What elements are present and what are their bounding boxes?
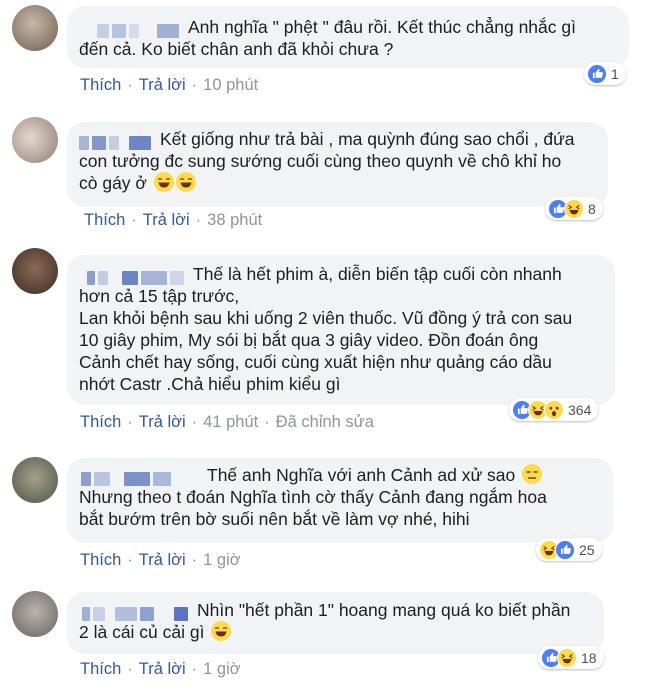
comment-timestamp[interactable]: 38 phút (207, 211, 262, 229)
comment-timestamp[interactable]: 41 phút (203, 413, 258, 431)
comment-text-line: Kết giống như trả bài , ma quỳnh đúng sa… (160, 129, 575, 149)
comment-text-line: Anh nghĩa " phệt " đâu rồi. Kết thúc chẳ… (188, 17, 576, 37)
reactions-summary[interactable]: 1 (584, 62, 626, 85)
comment-text-line: đến cả. Ko biết chân anh đã khỏi chưa ? (79, 39, 394, 59)
commenter-name-redacted[interactable] (97, 21, 182, 39)
comment-text-line: Nhìn "hết phần 1" hoang mang quá ko biết… (197, 600, 571, 620)
reply-link[interactable]: Trả lời (143, 211, 190, 229)
comment-text-line: Cảnh chết hay sống, cuối cùng xuất hiện … (79, 352, 552, 372)
comment-actions: Thích · Trả lời · 1 giờ (80, 660, 241, 678)
reactions-summary[interactable]: 18 (538, 646, 604, 669)
haha-reaction-icon (557, 647, 577, 668)
avatar[interactable] (12, 117, 58, 163)
comment-text-line: Thế anh Nghĩa với anh Cảnh ad xử sao (207, 465, 516, 485)
comment-timestamp[interactable]: 1 giờ (203, 551, 240, 569)
comment-text-line: cò gáy ở (79, 173, 147, 193)
like-link[interactable]: Thích (80, 660, 121, 678)
comment-text-line: 10 giây phim, My sói bị bắt qua 3 giây v… (79, 330, 539, 350)
laughing-emoji-icon (211, 621, 232, 641)
reaction-count: 25 (579, 541, 595, 558)
comment-actions: Thích · Trả lời · 10 phút (80, 76, 259, 94)
reply-link[interactable]: Trả lời (139, 413, 186, 431)
reactions-summary[interactable]: 8 (545, 197, 603, 220)
comment-text-line: 2 là cái củ cải gì (79, 622, 205, 642)
expressionless-emoji-icon (522, 464, 543, 484)
avatar[interactable] (12, 591, 58, 637)
commenter-name-redacted[interactable] (87, 268, 187, 286)
like-link[interactable]: Thích (80, 551, 121, 569)
comment-text-line: con tưởng đc sung sướng cuối cùng theo q… (79, 151, 562, 171)
avatar[interactable] (12, 457, 58, 503)
comment-bubble: Thế là hết phim à, diễn biến tập cuối cò… (67, 255, 615, 405)
avatar[interactable] (12, 248, 58, 294)
reaction-count: 8 (588, 200, 596, 217)
comment-text-line: bắt bướm trên bờ suối nên bắt về làm vợ … (79, 509, 470, 529)
comment-bubble: Nhìn "hết phần 1" hoang mang quá ko biết… (67, 592, 604, 654)
commenter-name-redacted[interactable] (81, 469, 201, 487)
reactions-summary[interactable]: 25 (536, 538, 602, 561)
comment-bubble: Kết giống như trả bài , ma quỳnh đúng sa… (67, 122, 608, 207)
reply-link[interactable]: Trả lời (139, 76, 186, 94)
comment-text-line: Thế là hết phim à, diễn biến tập cuối cò… (193, 264, 562, 284)
haha-reaction-icon (564, 198, 584, 219)
commenter-name-redacted[interactable] (79, 133, 154, 151)
like-link[interactable]: Thích (84, 211, 125, 229)
wow-reaction-icon (544, 399, 564, 420)
comment-actions: Thích · Trả lời · 41 phút · Đã chỉnh sửa (80, 413, 374, 431)
like-reaction-icon (587, 63, 607, 84)
comment-timestamp[interactable]: 10 phút (203, 76, 258, 94)
comment-bubble: Anh nghĩa " phệt " đâu rồi. Kết thúc chẳ… (67, 6, 629, 68)
reactions-summary[interactable]: 364 (509, 398, 599, 421)
like-reaction-icon (555, 539, 575, 560)
laughing-emoji-icon (153, 172, 174, 192)
like-link[interactable]: Thích (80, 413, 121, 431)
comment-text-line: Lan khỏi bệnh sau khi uống 2 viên thuốc.… (79, 308, 573, 328)
reaction-count: 364 (568, 401, 592, 418)
reply-link[interactable]: Trả lời (139, 551, 186, 569)
comment-text-line: hơn cả 15 tập trước, (79, 286, 240, 306)
like-link[interactable]: Thích (80, 76, 121, 94)
comment-text-line: Nhưng theo t đoán Nghĩa tình cờ thấy Cản… (79, 487, 547, 507)
reply-link[interactable]: Trả lời (139, 660, 186, 678)
comment-timestamp[interactable]: 1 giờ (203, 660, 240, 678)
comment-actions: Thích · Trả lời · 38 phút (84, 211, 263, 229)
comment-bubble: Thế anh Nghĩa với anh Cảnh ad xử sao Như… (67, 458, 613, 543)
comment-text-line: nhớt Castr .Chả hiểu phim kiểu gì (79, 374, 341, 394)
laughing-emoji-icon (175, 172, 196, 192)
avatar[interactable] (12, 5, 58, 51)
commenter-name-redacted[interactable] (82, 604, 191, 622)
edited-label[interactable]: Đã chỉnh sửa (276, 413, 374, 431)
reaction-count: 1 (611, 65, 619, 82)
reaction-count: 18 (581, 649, 597, 666)
comment-actions: Thích · Trả lời · 1 giờ (80, 551, 241, 569)
